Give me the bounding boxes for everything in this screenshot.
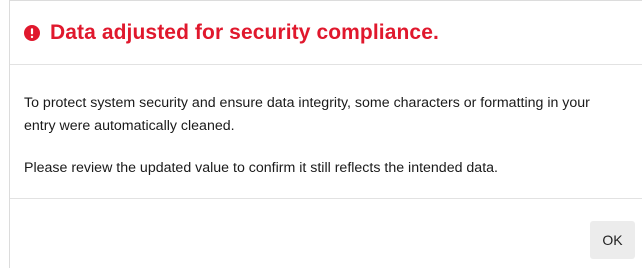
ok-button[interactable]: OK: [590, 221, 635, 259]
dialog-message-paragraph: To protect system security and ensure da…: [24, 95, 590, 134]
alert-dialog: Data adjusted for security compliance. T…: [9, 0, 642, 268]
alert-circle-icon: [24, 24, 40, 41]
dialog-body: To protect system security and ensure da…: [10, 65, 642, 199]
dialog-title: Data adjusted for security compliance.: [50, 20, 439, 44]
dialog-header: Data adjusted for security compliance.: [10, 1, 642, 65]
dialog-message-paragraph: Please review the updated value to confi…: [24, 160, 498, 176]
dialog-footer: OK: [10, 199, 642, 268]
